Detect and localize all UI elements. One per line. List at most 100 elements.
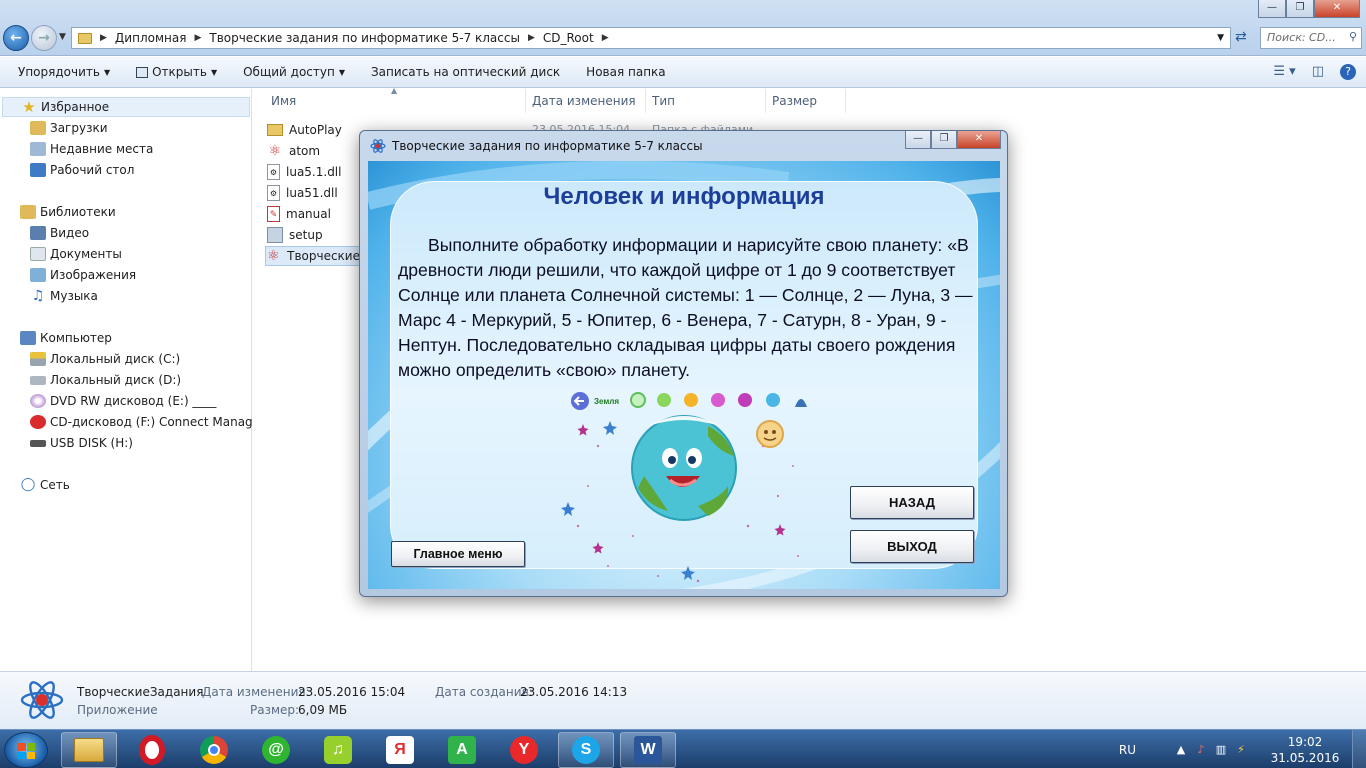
address-dropdown-icon[interactable]: ▼ — [1217, 33, 1224, 43]
burn-disc-button[interactable]: Записать на оптический диск — [363, 65, 568, 79]
app-window: Творческие задания по информатике 5-7 кл… — [359, 130, 1008, 597]
file-row-setup[interactable]: setup — [267, 225, 323, 245]
search-input[interactable]: Поиск: CD... ⚲ — [1260, 27, 1362, 49]
power-icon[interactable]: ⚡ — [1234, 743, 1248, 757]
earth-label: Земля — [594, 397, 619, 406]
yandex-ya-icon: Я — [386, 736, 414, 764]
nav-item-drive-c[interactable]: Локальный диск (C:) — [30, 349, 180, 369]
nav-item-label: Рабочий стол — [50, 163, 135, 177]
libraries-icon — [20, 205, 36, 219]
address-path[interactable]: ▶ Дипломная ▶ Творческие задания по инфо… — [71, 27, 1231, 49]
taskbar-music-app[interactable]: ♫ — [310, 732, 366, 768]
column-size[interactable]: Размер — [772, 94, 817, 108]
column-divider[interactable] — [845, 89, 846, 113]
breadcrumb-cd-root[interactable]: CD_Root — [543, 31, 594, 45]
nav-item-documents[interactable]: Документы — [30, 244, 122, 264]
skype-icon: S — [572, 736, 600, 764]
file-row-lua51[interactable]: ⚙ lua51.dll — [267, 183, 338, 203]
nav-item-desktop[interactable]: Рабочий стол — [30, 160, 134, 180]
file-row-tvorcheskie[interactable]: ⚛ Творческие — [265, 246, 361, 266]
new-folder-button[interactable]: Новая папка — [578, 65, 673, 79]
clock[interactable]: 19:02 31.05.2016 — [1270, 734, 1340, 766]
nav-libraries[interactable]: Библиотеки — [20, 202, 116, 222]
taskbar-opera[interactable] — [124, 732, 180, 768]
nav-computer[interactable]: Компьютер — [20, 328, 112, 348]
help-icon[interactable]: ? — [1340, 64, 1356, 80]
column-divider[interactable] — [525, 89, 526, 113]
column-type[interactable]: Тип — [652, 94, 675, 108]
setup-icon — [267, 227, 283, 243]
forward-button[interactable]: → — [31, 25, 57, 51]
taskbar-skype[interactable]: S — [558, 732, 614, 768]
nav-item-drive-f[interactable]: CD-дисковод (F:) Connect Manager — [30, 412, 265, 432]
exit-button[interactable]: ВЫХОД — [850, 530, 974, 563]
minimize-button[interactable]: — — [1258, 0, 1286, 18]
app-maximize-button[interactable]: ❐ — [931, 131, 957, 149]
taskbar-a-app[interactable]: A — [434, 732, 490, 768]
computer-icon — [20, 331, 36, 345]
column-name[interactable]: Имя — [271, 94, 296, 108]
app-close-button[interactable]: ✕ — [957, 131, 1001, 149]
nav-item-video[interactable]: Видео — [30, 223, 89, 243]
volume-muted-icon[interactable]: ♪ — [1194, 743, 1208, 757]
file-row-autoplay[interactable]: AutoPlay — [267, 120, 342, 140]
taskbar-yandex[interactable]: Y — [496, 732, 552, 768]
taskbar-word[interactable]: W — [620, 732, 676, 768]
organize-button[interactable]: Упорядочить ▼ — [10, 65, 118, 79]
open-button[interactable]: Открыть ▼ — [128, 65, 225, 79]
nav-libraries-label: Библиотеки — [40, 205, 116, 219]
chevron-right-icon[interactable]: ▶ — [100, 33, 107, 43]
file-name: setup — [289, 228, 323, 242]
show-hidden-icons-icon[interactable]: ▲ — [1174, 743, 1188, 757]
nav-item-drive-d[interactable]: Локальный диск (D:) — [30, 370, 181, 390]
file-name: lua5.1.dll — [286, 165, 342, 179]
back-button[interactable]: ← — [3, 25, 29, 51]
column-divider[interactable] — [645, 89, 646, 113]
desktop-icon — [30, 163, 46, 177]
chevron-right-icon[interactable]: ▶ — [528, 33, 535, 43]
taskbar-explorer[interactable] — [61, 732, 117, 768]
taskbar-icq-mail[interactable]: @ — [248, 732, 304, 768]
breadcrumb-diplomnaya[interactable]: Дипломная — [115, 31, 187, 45]
refresh-icon[interactable]: ⇄ — [1235, 29, 1247, 45]
maximize-button[interactable]: ❐ — [1286, 0, 1314, 18]
nav-item-label: Локальный диск (D:) — [50, 373, 182, 387]
word-icon: W — [634, 736, 662, 764]
share-button[interactable]: Общий доступ ▼ — [235, 65, 353, 79]
nav-item-images[interactable]: Изображения — [30, 265, 136, 285]
nav-item-label: Документы — [50, 247, 122, 261]
column-divider[interactable] — [765, 89, 766, 113]
file-row-atom[interactable]: ⚛ atom — [267, 141, 320, 161]
nav-item-music[interactable]: ♫ Музыка — [30, 286, 98, 306]
taskbar-yandex-browser[interactable]: Я — [372, 732, 428, 768]
preview-pane-icon[interactable]: ◫ — [1312, 64, 1324, 80]
recent-pages-dropdown[interactable]: ▼ — [59, 32, 66, 42]
downloads-folder-icon — [30, 121, 46, 135]
column-date[interactable]: Дата изменения — [532, 94, 636, 108]
start-button[interactable] — [4, 732, 48, 768]
file-row-lua51-dot[interactable]: ⚙ lua5.1.dll — [267, 162, 341, 182]
nav-item-downloads[interactable]: Загрузки — [30, 118, 108, 138]
close-button[interactable]: ✕ — [1314, 0, 1360, 18]
main-menu-button[interactable]: Главное меню — [391, 541, 525, 567]
app-minimize-button[interactable]: — — [905, 131, 931, 149]
chevron-right-icon[interactable]: ▶ — [194, 33, 201, 43]
nav-item-drive-e[interactable]: DVD RW дисковод (E:) ____ — [30, 391, 216, 411]
breadcrumb-tvorcheskie[interactable]: Творческие задания по информатике 5-7 кл… — [209, 31, 520, 45]
nav-favorites[interactable]: ★ Избранное — [2, 97, 250, 117]
nav-network[interactable]: ◯ Сеть — [20, 475, 70, 495]
system-drive-icon — [30, 352, 46, 366]
nav-item-drive-h[interactable]: USB DISK (H:) — [30, 433, 133, 453]
back-nav-button[interactable]: НАЗАД — [850, 486, 974, 519]
chevron-right-icon[interactable]: ▶ — [602, 33, 609, 43]
venus-icon — [738, 393, 752, 407]
file-name: Творческие — [287, 249, 360, 263]
nav-item-recent[interactable]: Недавние места — [30, 139, 153, 159]
show-desktop-button[interactable] — [1352, 730, 1366, 768]
file-row-manual[interactable]: ✎ manual — [267, 204, 331, 224]
network-tray-icon[interactable]: ▥ — [1214, 743, 1228, 757]
view-options-icon[interactable]: ☰ ▾ — [1273, 64, 1295, 80]
taskbar-chrome[interactable] — [186, 732, 242, 768]
language-indicator[interactable]: RU — [1119, 743, 1136, 757]
search-placeholder: Поиск: CD... — [1267, 31, 1336, 44]
